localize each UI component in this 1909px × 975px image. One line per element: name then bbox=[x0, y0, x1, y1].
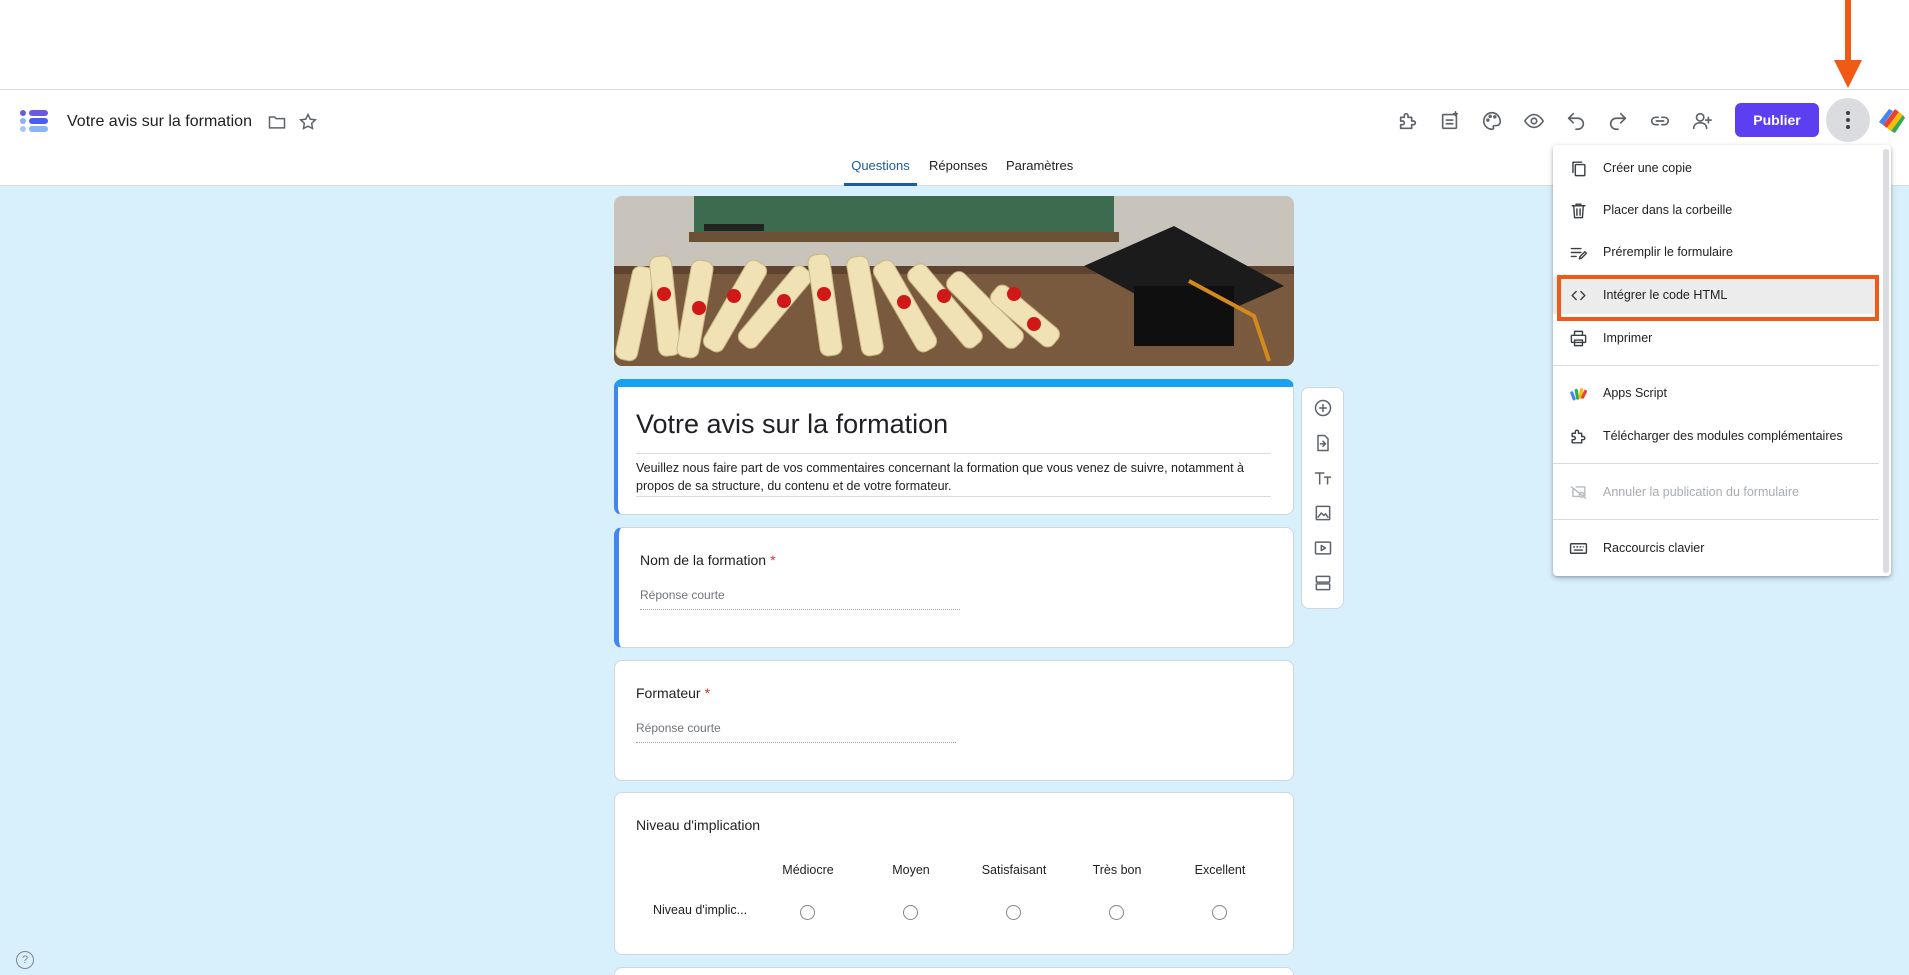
tab-settings[interactable]: Paramètres bbox=[1006, 158, 1076, 186]
menu-item-label: Préremplir le formulaire bbox=[1603, 245, 1733, 259]
menu-item-label: Raccourcis clavier bbox=[1603, 541, 1705, 555]
grid-column-header: Très bon bbox=[1092, 863, 1142, 877]
link-icon[interactable] bbox=[1645, 106, 1675, 136]
more-options-button[interactable] bbox=[1826, 98, 1870, 142]
question-card-involvement-grid[interactable]: Niveau d'implication Médiocre Moyen Sati… bbox=[614, 792, 1294, 955]
publish-button[interactable]: Publier bbox=[1735, 103, 1819, 137]
menu-item-make-copy[interactable]: Créer une copie bbox=[1553, 149, 1879, 187]
grid-column-header: Moyen bbox=[892, 863, 930, 877]
title-underline bbox=[636, 453, 1271, 454]
menu-separator bbox=[1553, 463, 1879, 464]
grid-radio-button[interactable] bbox=[800, 905, 815, 920]
forms-logo-icon[interactable] bbox=[18, 104, 50, 136]
add-question-icon[interactable] bbox=[1312, 397, 1334, 419]
apps-script-icon bbox=[1567, 382, 1589, 404]
addon-puzzle-icon[interactable] bbox=[1393, 106, 1423, 136]
menu-item-label: Télécharger des modules complémentaires bbox=[1603, 429, 1843, 443]
unpublish-icon bbox=[1567, 481, 1589, 503]
short-answer-placeholder: Réponse courte bbox=[640, 588, 960, 610]
grid-radio-button[interactable] bbox=[1109, 905, 1124, 920]
grid-column-header: Excellent bbox=[1194, 863, 1246, 877]
form-description[interactable]: Veuillez nous faire part de vos commenta… bbox=[636, 459, 1271, 495]
menu-item-print[interactable]: Imprimer bbox=[1553, 319, 1879, 357]
menu-item-label: Apps Script bbox=[1603, 386, 1667, 400]
question-title: Formateur * bbox=[636, 685, 711, 701]
keyboard-icon bbox=[1567, 537, 1589, 559]
header-banner-image bbox=[614, 196, 1294, 366]
tab-questions[interactable]: Questions bbox=[844, 158, 917, 186]
required-asterisk: * bbox=[770, 552, 776, 568]
sheets-ai-icon[interactable] bbox=[1435, 106, 1465, 136]
question-title: Nom de la formation * bbox=[640, 552, 776, 568]
add-title-text-icon[interactable] bbox=[1312, 467, 1334, 489]
copy-icon bbox=[1567, 157, 1589, 179]
print-icon bbox=[1567, 327, 1589, 349]
description-underline bbox=[636, 496, 1271, 497]
menu-item-unpublish-form: Annuler la publication du formulaire bbox=[1553, 473, 1879, 511]
question-card-training-name[interactable]: Nom de la formation * Réponse courte bbox=[614, 527, 1294, 648]
add-video-icon[interactable] bbox=[1312, 537, 1334, 559]
menu-item-keyboard-shortcuts[interactable]: Raccourcis clavier bbox=[1553, 529, 1879, 567]
menu-item-label: Créer une copie bbox=[1603, 161, 1692, 175]
add-collaborator-icon[interactable] bbox=[1687, 106, 1717, 136]
form-title-card[interactable]: Votre avis sur la formation Veuillez nou… bbox=[614, 379, 1294, 515]
document-title[interactable]: Votre avis sur la formation bbox=[67, 113, 252, 131]
grid-radio-button[interactable] bbox=[1212, 905, 1227, 920]
menu-item-label: Annuler la publication du formulaire bbox=[1603, 485, 1799, 499]
menu-item-get-addons[interactable]: Télécharger des modules complémentaires bbox=[1553, 417, 1879, 455]
tab-responses[interactable]: Réponses bbox=[929, 158, 988, 186]
redo-icon[interactable] bbox=[1603, 106, 1633, 136]
menu-item-apps-script[interactable]: Apps Script bbox=[1553, 374, 1879, 412]
question-title: Niveau d'implication bbox=[636, 817, 761, 833]
more-vert-icon bbox=[1846, 110, 1850, 131]
preview-eye-icon[interactable] bbox=[1519, 106, 1549, 136]
required-asterisk: * bbox=[704, 685, 711, 701]
menu-item-label: Imprimer bbox=[1603, 331, 1653, 345]
star-icon[interactable] bbox=[297, 111, 319, 133]
add-section-icon[interactable] bbox=[1312, 572, 1334, 594]
more-options-menu: Créer une copie Placer dans la corbeille… bbox=[1553, 145, 1891, 576]
menu-item-label: Placer dans la corbeille bbox=[1603, 203, 1733, 217]
menu-item-prefill-form[interactable]: Préremplir le formulaire bbox=[1553, 233, 1879, 271]
workspace-account-icon[interactable] bbox=[1877, 105, 1905, 135]
floating-question-toolbar bbox=[1301, 387, 1344, 609]
addon-puzzle-icon bbox=[1567, 425, 1589, 447]
trash-icon bbox=[1567, 199, 1589, 221]
menu-item-move-to-trash[interactable]: Placer dans la corbeille bbox=[1553, 191, 1879, 229]
grid-radio-button[interactable] bbox=[1006, 905, 1021, 920]
menu-separator bbox=[1553, 519, 1879, 520]
import-questions-icon[interactable] bbox=[1312, 432, 1334, 454]
grid-radio-button[interactable] bbox=[903, 905, 918, 920]
add-image-icon[interactable] bbox=[1312, 502, 1334, 524]
help-icon[interactable]: ? bbox=[16, 951, 34, 969]
question-card-trainer[interactable]: Formateur * Réponse courte bbox=[614, 660, 1294, 781]
menu-scrollbar[interactable] bbox=[1883, 149, 1889, 573]
grid-row-label: Niveau d'implic... bbox=[653, 903, 748, 917]
grid-column-header: Satisfaisant bbox=[981, 863, 1047, 877]
menu-separator bbox=[1553, 365, 1879, 366]
folder-icon[interactable] bbox=[266, 111, 288, 133]
annotation-arrow-icon bbox=[1834, 0, 1862, 88]
question-card-next[interactable] bbox=[614, 967, 1294, 975]
top-blank-area bbox=[0, 0, 1909, 90]
short-answer-placeholder: Réponse courte bbox=[636, 721, 956, 743]
prefill-edit-icon bbox=[1567, 241, 1589, 263]
grid-column-header: Médiocre bbox=[782, 863, 834, 877]
form-title[interactable]: Votre avis sur la formation bbox=[636, 409, 948, 440]
palette-icon[interactable] bbox=[1477, 106, 1507, 136]
undo-icon[interactable] bbox=[1561, 106, 1591, 136]
highlight-annotation-box bbox=[1557, 275, 1879, 321]
